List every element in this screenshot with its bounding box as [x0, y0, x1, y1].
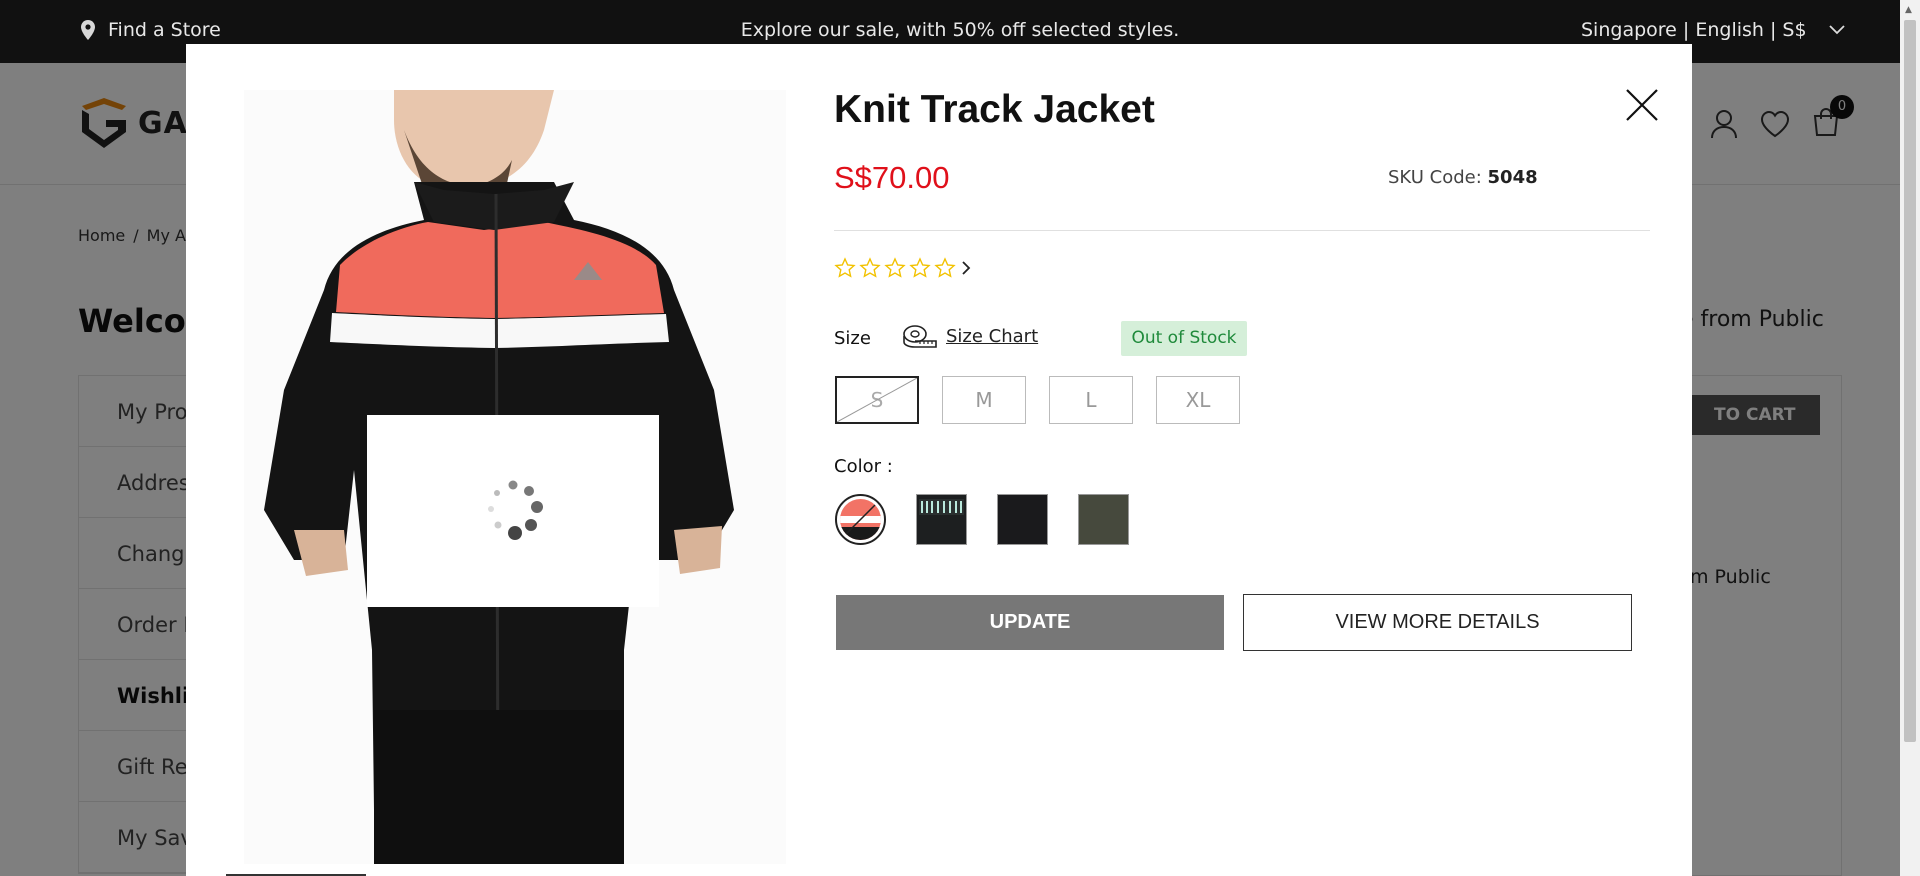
rating-stars[interactable]	[834, 257, 973, 279]
star-icon	[934, 257, 956, 278]
star-icon	[859, 257, 881, 278]
product-title: Knit Track Jacket	[834, 88, 1155, 131]
chevron-down-icon	[1828, 25, 1845, 35]
sku-value: 5048	[1487, 167, 1538, 188]
size-option-m[interactable]: M	[942, 376, 1026, 424]
star-icon	[909, 257, 931, 278]
color-swatch-olive[interactable]	[1078, 494, 1129, 545]
loading-spinner-icon	[488, 480, 543, 540]
divider	[834, 230, 1650, 231]
size-options: S M L XL	[835, 376, 1240, 424]
color-swatch-coral-black[interactable]	[835, 494, 886, 545]
close-icon	[1626, 89, 1658, 121]
page-scrollbar[interactable]: ▲	[1900, 0, 1920, 876]
close-button[interactable]	[1621, 84, 1663, 126]
size-option-label: XL	[1185, 388, 1211, 412]
locale-label: Singapore | English | S$	[1581, 19, 1807, 41]
size-option-s[interactable]: S	[835, 376, 919, 424]
locale-selector[interactable]: Singapore | English | S$	[1581, 19, 1845, 41]
view-more-details-button[interactable]: VIEW MORE DETAILS	[1243, 594, 1632, 651]
sku-label: SKU Code:	[1388, 167, 1482, 188]
color-swatch-black[interactable]	[997, 494, 1048, 545]
sku-code: SKU Code: 5048	[1388, 167, 1538, 188]
color-options	[835, 494, 1129, 545]
chevron-right-icon	[962, 261, 971, 275]
image-loading-overlay	[367, 415, 659, 607]
size-option-label: M	[975, 388, 993, 412]
update-button[interactable]: UPDATE	[836, 595, 1224, 650]
color-label: Color :	[834, 456, 893, 477]
size-label: Size	[834, 328, 871, 349]
size-option-l[interactable]: L	[1049, 376, 1133, 424]
star-icon	[834, 257, 856, 278]
swatch-image	[840, 499, 881, 540]
size-option-xl[interactable]: XL	[1156, 376, 1240, 424]
product-price: S$70.00	[834, 160, 950, 195]
scroll-up-arrow-icon[interactable]: ▲	[1905, 5, 1912, 15]
size-chart-link[interactable]: Size Chart	[902, 324, 1038, 348]
size-chart-label: Size Chart	[946, 325, 1039, 347]
quick-view-modal: Knit Track Jacket S$70.00 SKU Code: 5048…	[186, 44, 1692, 876]
unavailable-strike	[837, 378, 917, 422]
color-swatch-black-print[interactable]	[916, 494, 967, 545]
star-icon	[884, 257, 906, 278]
page-scrollbar-thumb[interactable]	[1904, 20, 1916, 742]
swatch-image	[917, 495, 966, 544]
size-option-label: L	[1085, 388, 1097, 412]
stock-status-badge: Out of Stock	[1121, 321, 1247, 356]
measuring-tape-icon	[903, 325, 937, 348]
